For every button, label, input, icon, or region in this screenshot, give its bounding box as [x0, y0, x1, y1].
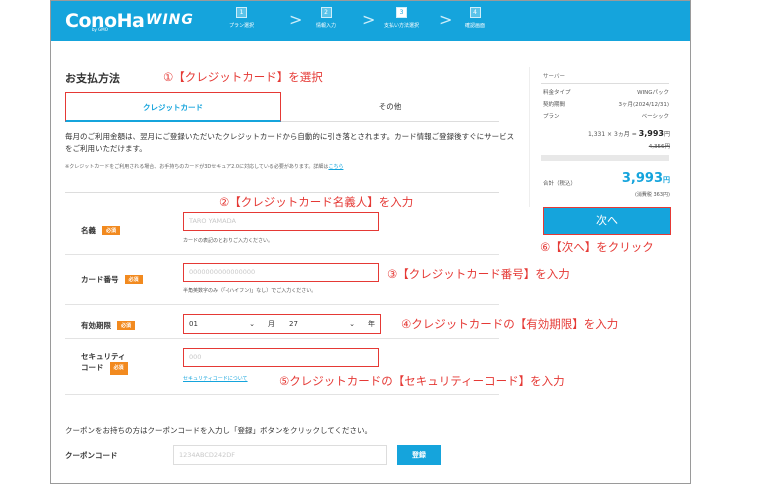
details-link[interactable]: こちら — [328, 164, 343, 170]
card-number-label: カード番号 必須 — [81, 274, 143, 285]
tab-other[interactable]: その他 — [281, 92, 499, 122]
step-number: 2 — [320, 7, 332, 18]
name-label-text: 名義 — [81, 226, 96, 235]
card-number-hint: 半角英数字のみ（「-(ハイフン)」なし）でご入力ください。 — [183, 288, 317, 294]
summary-row-type: 料金タイプ WINGパック — [543, 88, 669, 96]
row-value: WINGパック — [637, 90, 669, 96]
total-yen: 円 — [663, 176, 670, 184]
annotation-1: ①【クレジットカード】を選択 — [163, 70, 323, 84]
annotation-5: ⑤クレジットカードの【セキュリティーコード】を入力 — [279, 374, 565, 388]
step-number: 1 — [236, 7, 247, 18]
row-value: ベーシック — [641, 114, 669, 120]
logo-subtitle: by GMO — [92, 27, 108, 32]
name-label: 名義 必須 — [81, 225, 121, 236]
divider — [65, 254, 499, 255]
summary-title: サーバー — [543, 74, 565, 80]
step-confirm: 4 確認画面 — [465, 7, 485, 29]
security-label-line1: セキュリティ — [81, 352, 126, 361]
security-code-label: セキュリティ コード 必須 — [81, 351, 128, 375]
expiry-label: 有効期限 必須 — [81, 320, 136, 331]
page-title: お支払方法 — [65, 72, 120, 85]
expiry-month-select[interactable]: 01 ⌄ — [186, 317, 258, 331]
step-label: プラン選択 — [229, 23, 255, 29]
card-number-input[interactable]: 0000000000000000 — [183, 263, 379, 282]
total-price: 3,993円 — [622, 171, 670, 186]
divider — [541, 83, 669, 84]
chevron-down-icon: ⌄ — [349, 320, 355, 328]
chevron-down-icon: ⌄ — [249, 320, 255, 328]
security-label-line2: コード — [81, 363, 104, 372]
divider — [65, 304, 499, 305]
row-label: 契約期間 — [543, 102, 566, 108]
total-amount: 3,993 — [621, 171, 663, 186]
header-bar: ConoHa by GMO WING 1 プラン選択 > 2 情報入力 > 3 … — [51, 1, 690, 41]
security-code-input[interactable]: 000 — [183, 348, 379, 367]
required-badge: 必須 — [124, 275, 143, 284]
coupon-instructions: クーポンをお持ちの方はクーポンコードを入力し「登録」ボタンをクリックしてください… — [65, 426, 373, 435]
step-label: 支払い方法選択 — [384, 23, 420, 29]
summary-row-plan: プラン ベーシック — [543, 112, 669, 120]
3d-secure-note: ※クレジットカードをご利用される場合、お手持ちのカードが3Dセキュア2.0に対応… — [65, 163, 343, 170]
chevron-right-icon: > — [362, 10, 376, 29]
total-label: 合計（税込） — [543, 181, 577, 187]
coupon-code-input[interactable]: 1234ABCD242DF — [173, 445, 387, 465]
row-label: プラン — [543, 114, 560, 120]
product-name: WING — [146, 12, 194, 28]
note-text: ※クレジットカードをご利用される場合、お手持ちのカードが3Dセキュア2.0に対応… — [65, 164, 329, 170]
coupon-label: クーポンコード — [65, 451, 118, 460]
annotation-4: ④クレジットカードの【有効期限】を入力 — [401, 317, 619, 331]
security-code-help-link[interactable]: セキュリティコードについて — [183, 375, 248, 382]
expiry-year-select[interactable]: 27 ⌄ — [286, 317, 358, 331]
required-badge: 必須 — [102, 226, 121, 235]
cardholder-name-input[interactable]: TARO YAMADA — [183, 212, 379, 231]
divider — [65, 394, 499, 395]
summary-row-term: 契約期間 3ヶ月(2024/12/31) — [543, 100, 669, 108]
required-badge: 必須 — [109, 362, 128, 375]
annotation-6: ⑥【次へ】をクリック — [540, 240, 654, 254]
annotation-2: ②【クレジットカード名義人】を入力 — [219, 195, 414, 209]
chevron-right-icon: > — [289, 10, 303, 29]
step-number: 3 — [396, 7, 407, 18]
payment-description: 毎月のご利用金額は、翌月にご登録いただいたクレジットカードから自動的に引き落とさ… — [65, 132, 515, 153]
expiry-label-text: 有効期限 — [81, 321, 111, 330]
name-hint: カードの表記のとおりご入力ください。 — [183, 238, 274, 244]
year-value: 27 — [289, 320, 298, 328]
step-label: 情報入力 — [316, 23, 337, 29]
row-value: 3ヶ月(2024/12/31) — [618, 102, 670, 108]
month-unit: 月 — [268, 320, 275, 328]
coupon-register-button[interactable]: 登録 — [397, 445, 441, 465]
annotation-3: ③【クレジットカード番号】を入力 — [387, 267, 570, 281]
required-badge: 必須 — [117, 321, 136, 330]
chevron-right-icon: > — [439, 10, 453, 29]
step-number: 4 — [469, 7, 481, 18]
tax-amount: (消費税 363円) — [634, 192, 670, 198]
card-number-label-text: カード番号 — [81, 275, 119, 284]
tab-credit-card[interactable]: クレジットカード — [65, 92, 281, 122]
step-info: 2 情報入力 — [316, 7, 336, 29]
price-calculation: 1,331 × 3ヵ月 = 3,993円 — [588, 129, 670, 138]
summary-separator-bar — [541, 155, 669, 161]
expiry-group: 01 ⌄ 月 27 ⌄ 年 — [183, 314, 381, 334]
original-price: 4,356円 — [648, 144, 670, 150]
calc-yen: 円 — [663, 131, 670, 138]
calc-total: 3,993 — [638, 129, 664, 138]
row-label: 料金タイプ — [543, 90, 571, 96]
divider — [65, 338, 499, 339]
step-plan: 1 プラン選択 — [229, 7, 254, 29]
step-payment: 3 支払い方法選択 — [384, 7, 419, 29]
next-button[interactable]: 次へ — [543, 207, 671, 235]
month-value: 01 — [189, 320, 198, 328]
calc-prefix: 1,331 × 3ヵ月 = — [587, 131, 637, 138]
step-label: 確認画面 — [465, 23, 486, 29]
year-unit: 年 — [368, 320, 375, 328]
